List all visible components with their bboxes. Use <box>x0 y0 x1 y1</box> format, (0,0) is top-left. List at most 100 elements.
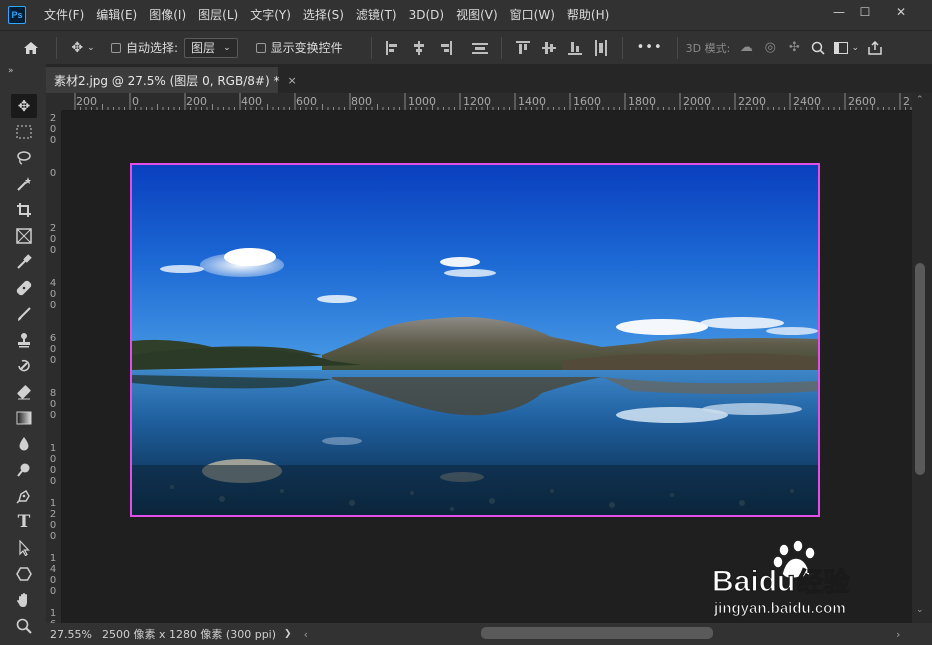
photoshop-logo: Ps <box>8 6 26 24</box>
move-tool-preset[interactable]: ✥ ⌄ <box>65 31 101 65</box>
status-info-arrow[interactable]: ❯ <box>284 629 292 639</box>
close-button[interactable]: ✕ <box>886 0 916 24</box>
more-options-button[interactable]: ••• <box>637 40 663 55</box>
auto-select-label: 自动选择: <box>126 41 179 55</box>
baidu-jingyan-watermark: Baidu经验 jingyan.baidu.com <box>711 540 912 624</box>
marquee-tool-icon[interactable] <box>11 120 37 144</box>
hand-tool-icon[interactable] <box>11 588 37 612</box>
ruler-label: 1000 <box>408 95 436 108</box>
ruler-label: 2600 <box>848 95 876 108</box>
distribute-icon[interactable] <box>471 40 488 56</box>
divider <box>56 36 57 59</box>
ruler-origin[interactable] <box>46 93 62 111</box>
brush-tool-icon[interactable] <box>11 302 37 326</box>
vertical-ruler[interactable]: 2 0 0 0 2 0 0 4 0 0 6 0 0 8 0 0 1 0 0 0 1 2 0 0… <box>46 111 62 623</box>
magic-wand-tool-icon[interactable] <box>11 172 37 196</box>
menu-layer[interactable]: 图层(L) <box>192 0 244 30</box>
3d-roll-icon[interactable]: ◎ <box>758 31 782 65</box>
menu-window[interactable]: 窗口(W) <box>504 0 561 30</box>
share-icon[interactable] <box>862 31 888 65</box>
chevron-down-icon: ⌄ <box>223 42 231 53</box>
vertical-scrollbar[interactable]: ⌃ ⌄ <box>912 93 932 623</box>
clone-stamp-tool-icon[interactable] <box>11 328 37 352</box>
ruler-label: 800 <box>351 95 372 108</box>
ruler-label: 1 2 0 0 <box>49 498 57 542</box>
zoom-tool-icon[interactable] <box>11 614 37 638</box>
ruler-label: 0 <box>49 168 57 179</box>
menu-help[interactable]: 帮助(H) <box>561 0 615 30</box>
3d-pan-icon[interactable]: ✣ <box>782 31 806 65</box>
eraser-tool-icon[interactable] <box>11 380 37 404</box>
menu-filter[interactable]: 滤镜(T) <box>350 0 403 30</box>
divider <box>370 36 372 59</box>
eyedropper-tool-icon[interactable] <box>11 250 37 274</box>
collapse-icon[interactable]: » <box>8 66 14 76</box>
menu-view[interactable]: 视图(V) <box>450 0 504 30</box>
menu-image[interactable]: 图像(I) <box>143 0 192 30</box>
dropdown-value: 图层 <box>191 41 216 55</box>
workspace-icon[interactable]: ⌄ <box>830 31 862 65</box>
menu-file[interactable]: 文件(F) <box>38 0 90 30</box>
auto-select-checkbox[interactable]: 自动选择: <box>111 39 178 56</box>
path-selection-tool-icon[interactable] <box>11 536 37 560</box>
document-tab[interactable]: 素材2.jpg @ 27.5% (图层 0, RGB/8#) * × <box>46 67 297 93</box>
align-top-icon[interactable] <box>515 40 531 56</box>
horizontal-scroll-thumb[interactable] <box>481 627 713 639</box>
shape-tool-icon[interactable] <box>11 562 37 586</box>
watermark-suffix: 经验 <box>797 566 850 597</box>
align-right-icon[interactable] <box>437 40 453 56</box>
divider <box>676 36 678 59</box>
distribute-horizontal-icon[interactable] <box>593 39 609 56</box>
ruler-label: 6 0 0 <box>49 333 57 366</box>
scroll-right-icon[interactable]: › <box>896 628 900 641</box>
ruler-label: 8 0 0 <box>49 388 57 421</box>
dodge-tool-icon[interactable] <box>11 458 37 482</box>
ruler-label: 4 0 0 <box>49 278 57 311</box>
3d-mode-label: 3D 模式: <box>685 41 731 55</box>
menu-edit[interactable]: 编辑(E) <box>90 0 143 30</box>
vertical-scroll-thumb[interactable] <box>915 263 925 475</box>
show-transform-label: 显示变换控件 <box>270 41 343 55</box>
history-brush-tool-icon[interactable] <box>11 354 37 378</box>
document-tab-title: 素材2.jpg @ 27.5% (图层 0, RGB/8#) * <box>54 73 280 88</box>
ruler-label: 1 6 <box>49 608 57 623</box>
zoom-level[interactable]: 27.55% <box>50 628 92 641</box>
ruler-label: 1 4 0 0 <box>49 553 57 597</box>
ruler-label: 2200 <box>738 95 766 108</box>
horizontal-ruler[interactable]: 200 0 200 400 600 800 1000 1200 1400 160… <box>62 93 912 111</box>
3d-orbit-icon[interactable]: ☁ <box>734 31 758 65</box>
pen-tool-icon[interactable] <box>11 484 37 508</box>
ruler-label: 1600 <box>573 95 601 108</box>
chevron-down-icon: ⌄ <box>851 42 860 53</box>
close-tab-icon[interactable]: × <box>287 74 296 87</box>
move-icon: ✥ <box>71 39 84 56</box>
scroll-down-icon[interactable]: ⌄ <box>916 605 924 615</box>
search-icon[interactable] <box>806 31 830 65</box>
ruler-label: 200 <box>186 95 207 108</box>
ruler-label: 2000 <box>683 95 711 108</box>
menu-select[interactable]: 选择(S) <box>297 0 350 30</box>
align-center-icon[interactable] <box>411 40 427 56</box>
document-image[interactable] <box>130 163 820 517</box>
align-bottom-icon[interactable] <box>567 40 583 56</box>
blur-tool-icon[interactable] <box>11 432 37 456</box>
align-middle-icon[interactable] <box>541 40 557 56</box>
menu-type[interactable]: 文字(Y) <box>244 0 297 30</box>
type-tool-icon[interactable]: T <box>11 510 37 534</box>
gradient-tool-icon[interactable] <box>11 406 37 430</box>
menu-3d[interactable]: 3D(D) <box>403 0 450 30</box>
document-info: 2500 像素 x 1280 像素 (300 ppi) <box>101 628 277 641</box>
crop-tool-icon[interactable] <box>11 198 37 222</box>
lasso-tool-icon[interactable] <box>11 146 37 170</box>
home-icon[interactable] <box>14 31 48 65</box>
scroll-left-icon[interactable]: ‹ <box>304 628 308 641</box>
ruler-label: 200 <box>76 95 97 108</box>
move-tool-icon[interactable]: ✥ <box>11 94 37 118</box>
frame-tool-icon[interactable] <box>11 224 37 248</box>
auto-select-target-dropdown[interactable]: 图层 ⌄ <box>184 37 238 58</box>
align-left-icon[interactable] <box>385 40 401 56</box>
maximize-button[interactable]: ☐ <box>850 0 880 24</box>
scroll-up-icon[interactable]: ⌃ <box>916 95 924 105</box>
healing-brush-tool-icon[interactable] <box>11 276 37 300</box>
show-transform-checkbox[interactable]: 显示变换控件 <box>255 39 343 56</box>
